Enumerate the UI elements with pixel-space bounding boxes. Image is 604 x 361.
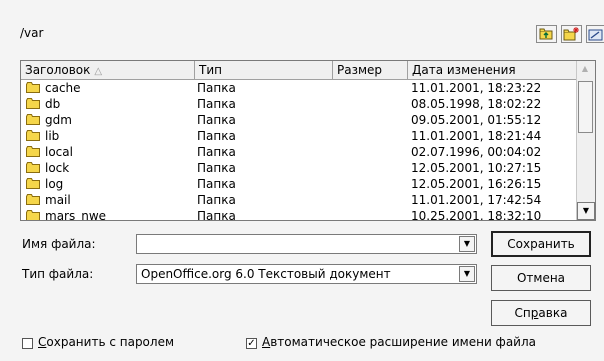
file-rows: cache Папка 11.01.2001, 18:23:22 db Папка 08.… (21, 80, 577, 221)
file-name: mars_nwe (45, 209, 107, 221)
sort-ascending-icon: △ (94, 66, 103, 77)
folder-icon (26, 114, 40, 125)
help-button[interactable]: Справка (491, 300, 591, 326)
chevron-down-icon: ▼ (463, 269, 471, 278)
filename-combobox[interactable]: ▼ (136, 234, 477, 254)
folder-icon (26, 210, 40, 220)
column-header-title[interactable]: Заголовок △ (21, 61, 195, 79)
file-size (335, 192, 405, 208)
file-type: Папка (197, 129, 236, 143)
file-size (335, 160, 405, 176)
save-password-label[interactable]: Сохранить с паролем (38, 335, 174, 349)
table-row[interactable]: local Папка 02.07.1996, 00:04:02 (21, 144, 577, 160)
new-folder-icon (563, 27, 579, 41)
table-row[interactable]: mars_nwe Папка 10.25.2001, 18:32:10 (21, 208, 577, 221)
filetype-dropdown-button[interactable]: ▼ (459, 266, 475, 282)
file-date: 12.05.2001, 10:27:15 (411, 161, 542, 175)
file-date: 09.05.2001, 01:55:12 (411, 113, 542, 127)
file-size (335, 176, 405, 192)
filetype-select[interactable]: OpenOffice.org 6.0 Текстовый документ ▼ (136, 264, 477, 284)
file-list-header: Заголовок △ Тип Размер Дата изменения (21, 61, 577, 80)
file-date: 08.05.1998, 18:02:22 (411, 97, 542, 111)
file-name: lock (45, 161, 70, 175)
folder-up-button[interactable] (536, 25, 557, 43)
filetype-label: Тип файла: (22, 267, 94, 281)
save-password-text: охранить с паролем (46, 335, 175, 349)
table-row[interactable]: db Папка 08.05.1998, 18:02:22 (21, 96, 577, 112)
chevron-down-icon: ▼ (463, 239, 471, 248)
file-size (335, 128, 405, 144)
file-type: Папка (197, 81, 236, 95)
folder-icon (26, 194, 40, 205)
current-path: /var (20, 26, 44, 40)
auto-extension-checkbox[interactable]: ✓ (246, 338, 257, 349)
file-name: log (45, 177, 64, 191)
file-date: 12.05.2001, 16:26:15 (411, 177, 542, 191)
column-header-type[interactable]: Тип (195, 61, 333, 79)
file-size (335, 96, 405, 112)
folder-icon (26, 162, 40, 173)
folder-icon (26, 82, 40, 93)
table-row[interactable]: mail Папка 11.01.2001, 17:42:54 (21, 192, 577, 208)
file-list-scrollbar[interactable]: ▲ ▼ (576, 61, 595, 220)
table-row[interactable]: lock Папка 12.05.2001, 10:27:15 (21, 160, 577, 176)
folder-icon (26, 130, 40, 141)
file-name: gdm (45, 113, 72, 127)
column-header-date[interactable]: Дата изменения (408, 61, 577, 79)
file-type: Папка (197, 97, 236, 111)
folder-icon (26, 178, 40, 189)
file-type: Папка (197, 177, 236, 191)
column-header-size[interactable]: Размер (333, 61, 408, 79)
file-size (335, 208, 405, 220)
file-date: 02.07.1996, 00:04:02 (411, 145, 542, 159)
scroll-up-arrow-icon: ▲ (581, 64, 589, 73)
cancel-button[interactable]: Отмена (491, 265, 591, 291)
scroll-down-arrow-icon: ▼ (582, 206, 590, 215)
file-name: cache (45, 81, 81, 95)
file-date: 11.01.2001, 18:21:44 (411, 129, 542, 143)
checkmark-icon: ✓ (247, 338, 256, 349)
default-dir-icon (588, 29, 603, 41)
table-row[interactable]: lib Папка 11.01.2001, 18:21:44 (21, 128, 577, 144)
file-name: mail (45, 193, 71, 207)
new-folder-button[interactable] (561, 25, 582, 43)
file-name: db (45, 97, 61, 111)
file-type: Папка (197, 161, 236, 175)
scrollbar-thumb[interactable] (578, 81, 593, 133)
help-label-pre: Сп (514, 306, 531, 320)
file-size (335, 144, 405, 160)
file-size (335, 112, 405, 128)
file-list[interactable]: Заголовок △ Тип Размер Дата изменения cac… (20, 60, 596, 221)
default-directory-button[interactable] (586, 25, 604, 43)
save-button[interactable]: Сохранить (491, 231, 591, 257)
scroll-down-button[interactable]: ▼ (577, 202, 595, 220)
table-row[interactable]: gdm Папка 09.05.2001, 01:55:12 (21, 112, 577, 128)
file-date: 11.01.2001, 18:23:22 (411, 81, 542, 95)
folder-icon (26, 146, 40, 157)
save-password-checkbox[interactable] (22, 338, 33, 349)
file-date: 11.01.2001, 17:42:54 (411, 193, 542, 207)
file-name: local (45, 145, 73, 159)
file-name: lib (45, 129, 60, 143)
table-row[interactable]: log Папка 12.05.2001, 16:26:15 (21, 176, 577, 192)
auto-extension-hotkey: А (262, 335, 271, 349)
file-type: Папка (197, 209, 236, 221)
filetype-selected-value: OpenOffice.org 6.0 Текстовый документ (141, 267, 391, 281)
auto-extension-text: втоматическое расширение имени файла (270, 335, 536, 349)
auto-extension-label[interactable]: Автоматическое расширение имени файла (262, 335, 536, 349)
filename-dropdown-button[interactable]: ▼ (459, 236, 475, 252)
help-label-post: авка (538, 306, 568, 320)
folder-icon (26, 98, 40, 109)
file-date: 10.25.2001, 18:32:10 (411, 209, 542, 221)
file-type: Папка (197, 193, 236, 207)
filename-label: Имя файла: (22, 237, 96, 251)
scroll-up-button[interactable]: ▲ (577, 61, 595, 79)
file-size (335, 80, 405, 96)
file-type: Папка (197, 145, 236, 159)
table-row[interactable]: cache Папка 11.01.2001, 18:23:22 (21, 80, 577, 96)
file-type: Папка (197, 113, 236, 127)
folder-up-icon (539, 28, 553, 40)
